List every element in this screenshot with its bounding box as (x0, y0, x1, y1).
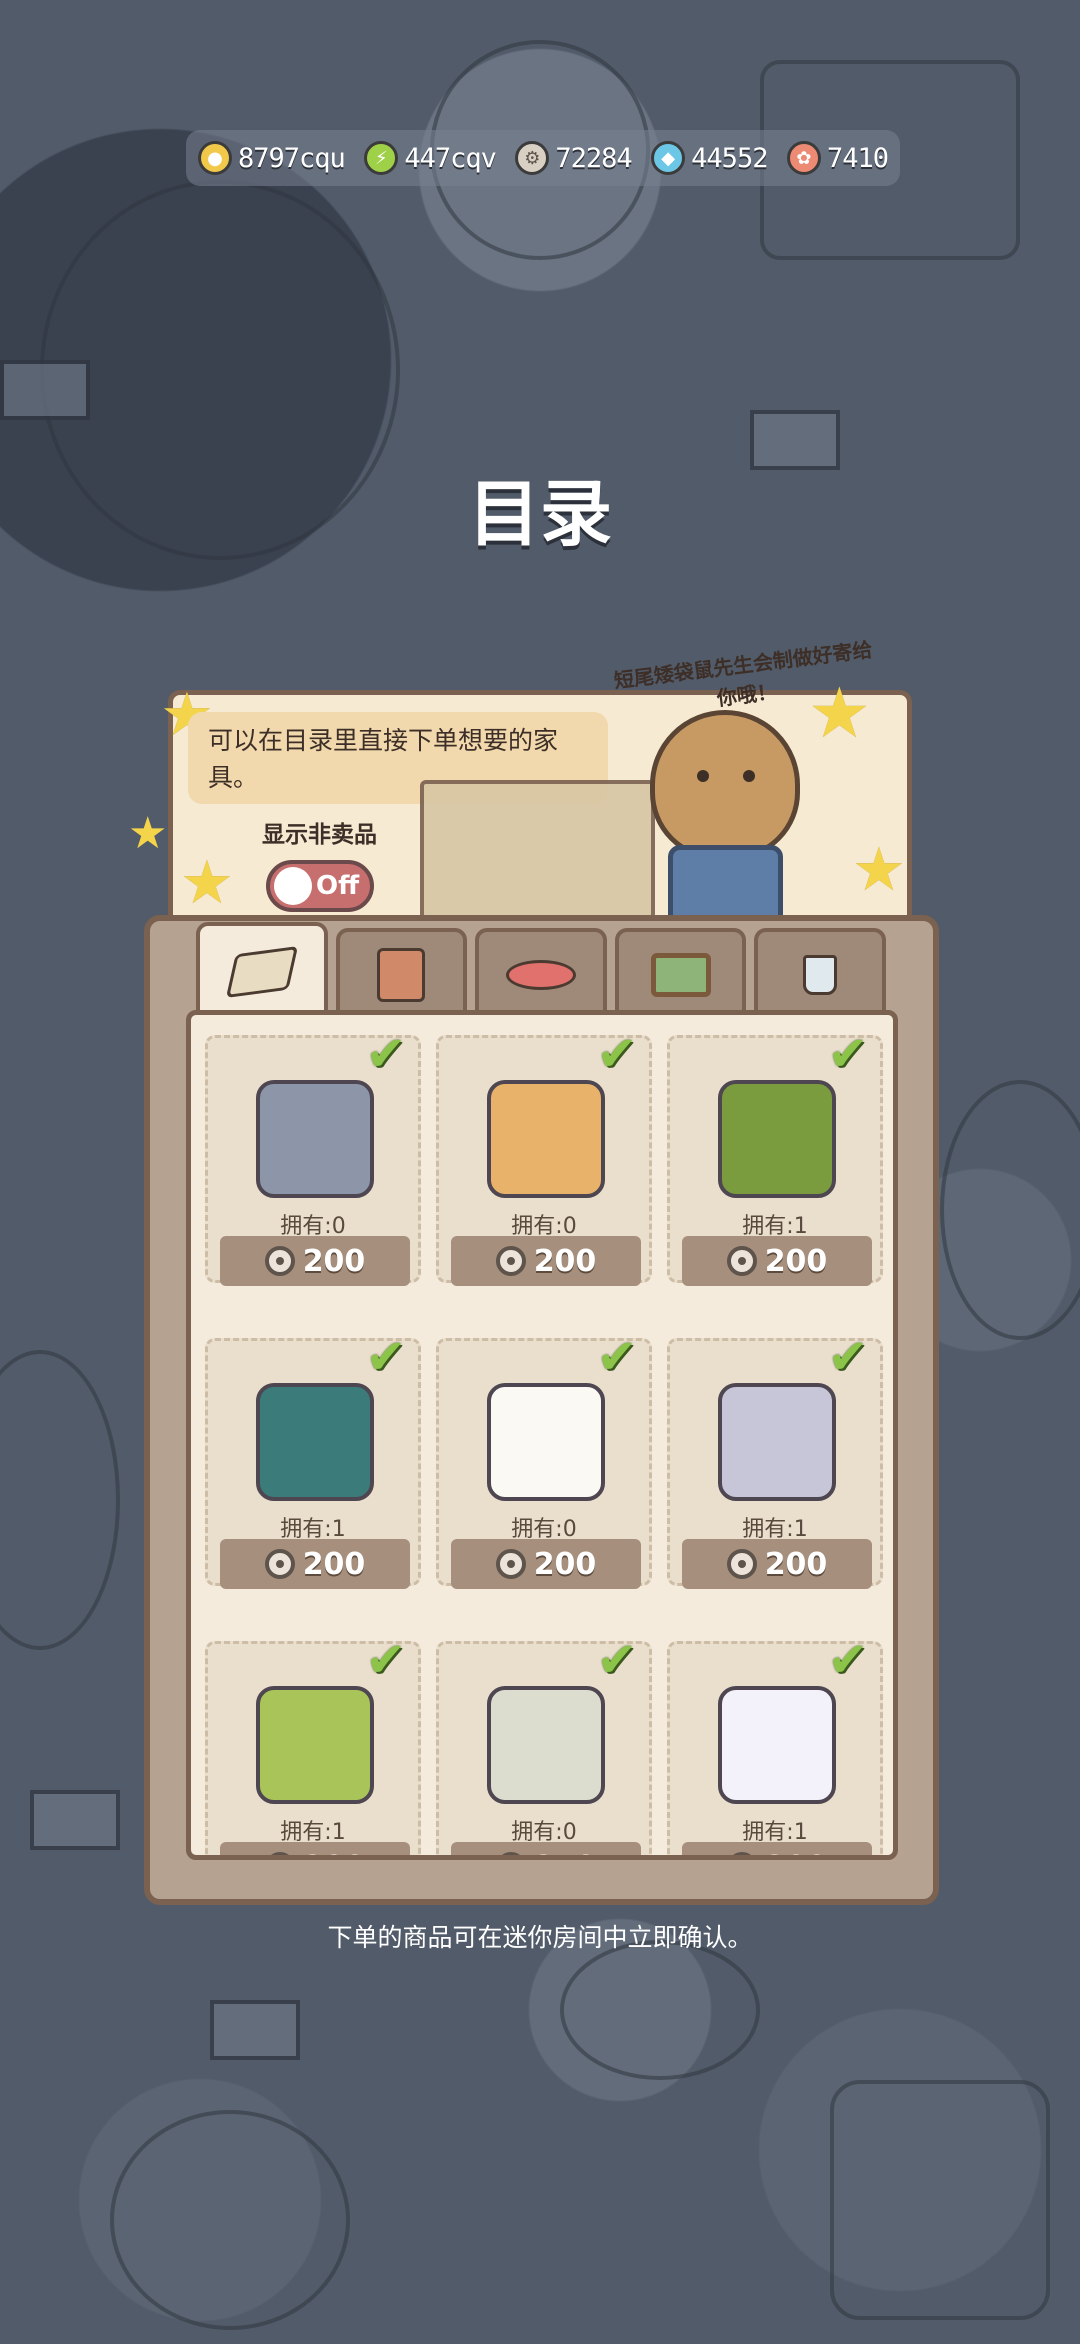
item-swatch (487, 1080, 605, 1198)
checkmark-icon: ✔ (827, 1329, 868, 1385)
gear-icon (264, 1549, 295, 1579)
checkmark-icon: ✔ (365, 1026, 406, 1082)
price-button[interactable]: 200 (682, 1236, 872, 1286)
checkmark-icon: ✔ (827, 1632, 868, 1688)
gear-icon (264, 1246, 295, 1276)
item-swatch (256, 1686, 374, 1804)
price-button[interactable]: 200 (682, 1842, 872, 1856)
price-value: 240 (534, 1850, 597, 1856)
price-button[interactable]: 200 (220, 1842, 410, 1856)
tab-wall[interactable] (335, 928, 468, 1018)
currency-bar: ● 8797cqu ⚡ 447cqv ⚙ 72284 ◆ 44552 ✿ 741… (186, 130, 900, 186)
currency-diamond[interactable]: ◆ 44552 (651, 141, 768, 175)
gold-value: 8797cqu (238, 142, 346, 174)
price-button[interactable]: 200 (451, 1539, 641, 1589)
gear-value: 72284 (555, 142, 632, 174)
item-card[interactable]: ✔ 拥有:1 200 (667, 1632, 883, 1856)
price-value: 200 (533, 1243, 597, 1279)
wallpaper-icon (377, 948, 426, 1002)
checkmark-icon: ✔ (365, 1632, 406, 1688)
price-value: 200 (764, 1243, 828, 1279)
gear-icon (726, 1549, 757, 1579)
price-button[interactable]: 200 (220, 1539, 410, 1589)
item-grid: ✔ 拥有:0 200 ✔ 拥有:0 200 ✔ 拥有:1 200 ✔ 拥有:1 … (205, 1026, 883, 1856)
item-swatch (487, 1383, 605, 1501)
gear-icon (264, 1852, 295, 1855)
diamond-value: 44552 (691, 142, 768, 174)
candy-icon: ✿ (786, 141, 821, 175)
category-tabs (196, 922, 886, 1018)
item-swatch (256, 1080, 374, 1198)
rug-icon (505, 960, 576, 990)
candy-value: 7410 (826, 142, 889, 174)
floor-tile-icon (225, 946, 298, 998)
price-value: 200 (764, 1546, 828, 1582)
tab-rug[interactable] (475, 928, 607, 1018)
item-swatch (718, 1686, 836, 1804)
price-value: 200 (302, 1546, 366, 1582)
currency-gold[interactable]: ● 8797cqu (198, 141, 346, 175)
item-card[interactable]: ✔ 拥有:0 200 (205, 1026, 421, 1286)
diamond-icon: ◆ (651, 141, 686, 175)
price-button[interactable]: 200 (451, 1236, 641, 1286)
currency-gear[interactable]: ⚙ 72284 (515, 141, 633, 175)
checkmark-icon: ✔ (596, 1329, 637, 1385)
page-title: 目录 (467, 472, 612, 556)
bear-mascot (650, 710, 800, 860)
item-swatch (487, 1686, 605, 1804)
gear-icon (495, 1852, 526, 1855)
checkmark-icon: ✔ (596, 1026, 637, 1082)
currency-candy[interactable]: ✿ 7410 (786, 141, 889, 175)
gear-icon (726, 1246, 757, 1276)
price-button[interactable]: 200 (682, 1539, 872, 1589)
gear-icon: ⚙ (515, 141, 550, 175)
tab-floor[interactable] (196, 922, 328, 1018)
price-value: 200 (303, 1850, 366, 1856)
item-swatch (718, 1383, 836, 1501)
price-value: 200 (533, 1546, 597, 1582)
picture-frame-icon (650, 953, 711, 997)
item-card[interactable]: ✔ 拥有:0 240 (436, 1632, 652, 1856)
toggle-state: Off (316, 871, 360, 901)
item-card[interactable]: ✔ 拥有:1 200 (667, 1026, 883, 1286)
show-non-sale-toggle[interactable]: Off (266, 860, 374, 912)
checkmark-icon: ✔ (365, 1329, 406, 1385)
gear-icon (726, 1852, 757, 1855)
item-swatch (718, 1080, 836, 1198)
show-non-sale-label: 显示非卖品 (262, 822, 377, 848)
item-card[interactable]: ✔ 拥有:0 200 (436, 1026, 652, 1286)
gear-icon (495, 1549, 526, 1579)
bear-eye (743, 770, 755, 782)
price-button[interactable]: 200 (220, 1236, 410, 1286)
star-decoration-icon: ★ (852, 835, 906, 905)
star-decoration-icon: ★ (180, 848, 234, 918)
item-grid-area: ✔ 拥有:0 200 ✔ 拥有:0 200 ✔ 拥有:1 200 ✔ 拥有:1 … (186, 1010, 898, 1860)
item-card[interactable]: ✔ 拥有:1 200 (667, 1329, 883, 1589)
bear-eye (697, 770, 709, 782)
lightning-icon: ⚡ (364, 141, 399, 175)
item-card[interactable]: ✔ 拥有:0 200 (436, 1329, 652, 1589)
checkmark-icon: ✔ (596, 1632, 637, 1688)
item-card[interactable]: ✔ 拥有:1 200 (205, 1632, 421, 1856)
checkmark-icon: ✔ (827, 1026, 868, 1082)
item-card[interactable]: ✔ 拥有:1 200 (205, 1329, 421, 1589)
star-decoration-icon: ★ (128, 808, 168, 859)
workbench-illustration (420, 780, 655, 920)
tab-plant[interactable] (754, 928, 886, 1018)
gold-coin-icon: ● (198, 141, 232, 175)
price-button[interactable]: 240 (451, 1842, 641, 1856)
energy-value: 447cqv (404, 142, 497, 174)
footer-note: 下单的商品可在迷你房间中立即确认。 (327, 1923, 753, 1952)
gear-icon (495, 1246, 526, 1276)
currency-energy[interactable]: ⚡ 447cqv (364, 141, 497, 175)
tab-decor[interactable] (614, 928, 747, 1018)
price-value: 200 (765, 1850, 828, 1856)
price-value: 200 (302, 1243, 366, 1279)
potted-plant-icon (803, 955, 838, 995)
item-swatch (256, 1383, 374, 1501)
toggle-knob (274, 867, 312, 905)
